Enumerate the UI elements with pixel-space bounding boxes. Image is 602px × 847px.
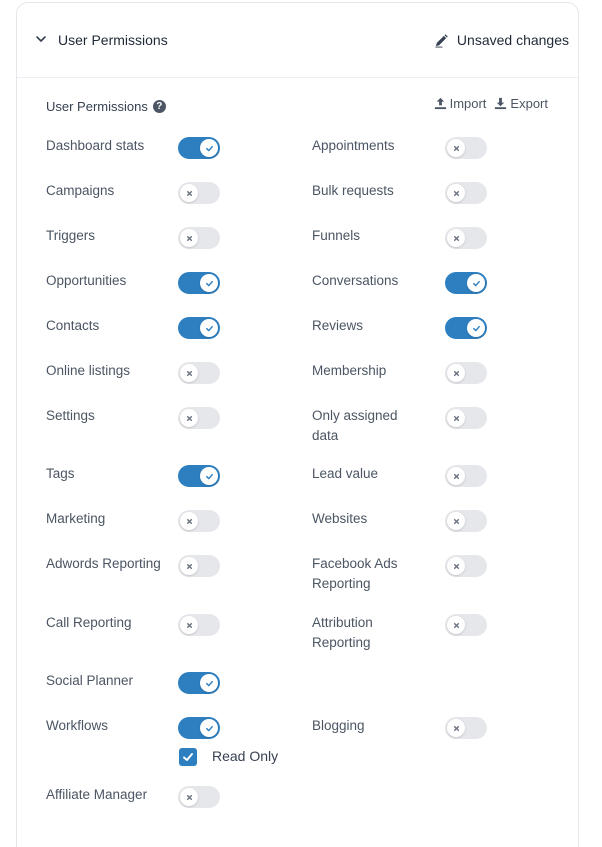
read-only-label: Read Only	[212, 748, 279, 764]
permission-label-call-reporting: Call Reporting	[46, 615, 132, 630]
x-icon	[447, 409, 465, 427]
pencil-icon	[435, 33, 448, 48]
x-icon	[447, 557, 465, 575]
permission-label-online-listings: Online listings	[46, 363, 131, 378]
check-icon	[200, 719, 218, 737]
toggle-reviews[interactable]	[445, 317, 487, 339]
toggle-blogging[interactable]	[445, 717, 487, 739]
toggle-appointments[interactable]	[445, 137, 487, 159]
toggle-lead-value[interactable]	[445, 465, 487, 487]
x-icon	[447, 719, 465, 737]
toggle-membership[interactable]	[445, 362, 487, 384]
import-export-actions: Import Export	[426, 96, 548, 111]
toggle-opportunities[interactable]	[178, 272, 220, 294]
permission-label-affiliate-manager: Affiliate Manager	[46, 787, 148, 802]
permission-label-campaigns: Campaigns	[46, 183, 115, 198]
toggle-campaigns[interactable]	[178, 182, 220, 204]
x-icon	[447, 512, 465, 530]
chevron-down-icon[interactable]	[35, 33, 47, 45]
help-icon[interactable]: ?	[152, 100, 166, 113]
permission-label-social-planner: Social Planner	[46, 673, 134, 688]
toggle-adwords-reporting[interactable]	[178, 555, 220, 577]
download-icon	[495, 97, 507, 110]
check-icon	[467, 274, 485, 292]
x-icon	[180, 788, 198, 806]
x-icon	[180, 184, 198, 202]
toggle-workflows[interactable]	[178, 717, 220, 739]
x-icon	[180, 229, 198, 247]
permission-label-only-assigned-data: Only assigned data	[312, 408, 398, 443]
check-icon	[200, 674, 218, 692]
toggle-tags[interactable]	[178, 465, 220, 487]
x-icon	[447, 139, 465, 157]
permission-label-blogging: Blogging	[312, 718, 365, 733]
permission-label-conversations: Conversations	[312, 273, 399, 288]
toggle-only-assigned-data[interactable]	[445, 407, 487, 429]
permission-label-triggers: Triggers	[46, 228, 96, 243]
section-title-text: User Permissions	[46, 99, 148, 114]
permission-label-marketing: Marketing	[46, 511, 106, 526]
toggle-attribution-reporting[interactable]	[445, 614, 487, 636]
export-button[interactable]: Export	[494, 96, 548, 111]
toggle-websites[interactable]	[445, 510, 487, 532]
check-icon	[200, 467, 218, 485]
check-icon	[467, 319, 485, 337]
permission-label-opportunities: Opportunities	[46, 273, 127, 288]
toggle-contacts[interactable]	[178, 317, 220, 339]
toggle-funnels[interactable]	[445, 227, 487, 249]
header-title: User Permissions	[58, 32, 168, 48]
permission-label-settings: Settings	[46, 408, 95, 423]
check-icon	[200, 139, 218, 157]
x-icon	[180, 557, 198, 575]
read-only-checkbox[interactable]	[179, 748, 197, 766]
permissions-card: User Permissions Unsaved changes User Pe…	[16, 2, 579, 847]
toggle-call-reporting[interactable]	[178, 614, 220, 636]
toggle-triggers[interactable]	[178, 227, 220, 249]
toggle-settings[interactable]	[178, 407, 220, 429]
x-icon	[447, 229, 465, 247]
card-header[interactable]: User Permissions Unsaved changes	[17, 3, 578, 78]
unsaved-status: Unsaved changes	[434, 32, 569, 48]
toggle-bulk-requests[interactable]	[445, 182, 487, 204]
permission-label-appointments: Appointments	[312, 138, 395, 153]
x-icon	[180, 512, 198, 530]
permission-label-attribution-reporting: Attribution Reporting	[312, 615, 373, 650]
permission-label-reviews: Reviews	[312, 318, 364, 333]
x-icon	[180, 364, 198, 382]
toggle-affiliate-manager[interactable]	[178, 786, 220, 808]
import-button[interactable]: Import	[434, 96, 487, 111]
check-icon	[200, 319, 218, 337]
permission-label-lead-value: Lead value	[312, 466, 379, 481]
checkmark-icon	[183, 753, 193, 761]
export-label: Export	[510, 96, 548, 111]
toggle-marketing[interactable]	[178, 510, 220, 532]
toggle-online-listings[interactable]	[178, 362, 220, 384]
permission-label-contacts: Contacts	[46, 318, 100, 333]
permission-label-membership: Membership	[312, 363, 387, 378]
permission-label-facebook-ads-reporting: Facebook Ads Reporting	[312, 556, 398, 591]
toggle-conversations[interactable]	[445, 272, 487, 294]
toggle-facebook-ads-reporting[interactable]	[445, 555, 487, 577]
check-icon	[200, 274, 218, 292]
import-label: Import	[449, 96, 487, 111]
x-icon	[447, 616, 465, 634]
x-icon	[447, 364, 465, 382]
permission-label-workflows: Workflows	[46, 718, 109, 733]
toggle-dashboard-stats[interactable]	[178, 137, 220, 159]
permission-label-bulk-requests: Bulk requests	[312, 183, 394, 198]
x-icon	[447, 184, 465, 202]
upload-icon	[434, 97, 446, 110]
x-icon	[180, 616, 198, 634]
x-icon	[447, 467, 465, 485]
permission-label-dashboard-stats: Dashboard stats	[46, 138, 145, 153]
x-icon	[180, 409, 198, 427]
permission-label-adwords-reporting: Adwords Reporting	[46, 556, 161, 571]
unsaved-label: Unsaved changes	[456, 32, 569, 48]
section-title: User Permissions ?	[46, 99, 166, 114]
permission-label-funnels: Funnels	[312, 228, 361, 243]
permission-label-websites: Websites	[312, 511, 368, 526]
permission-label-tags: Tags	[46, 466, 75, 481]
toggle-social-planner[interactable]	[178, 672, 220, 694]
